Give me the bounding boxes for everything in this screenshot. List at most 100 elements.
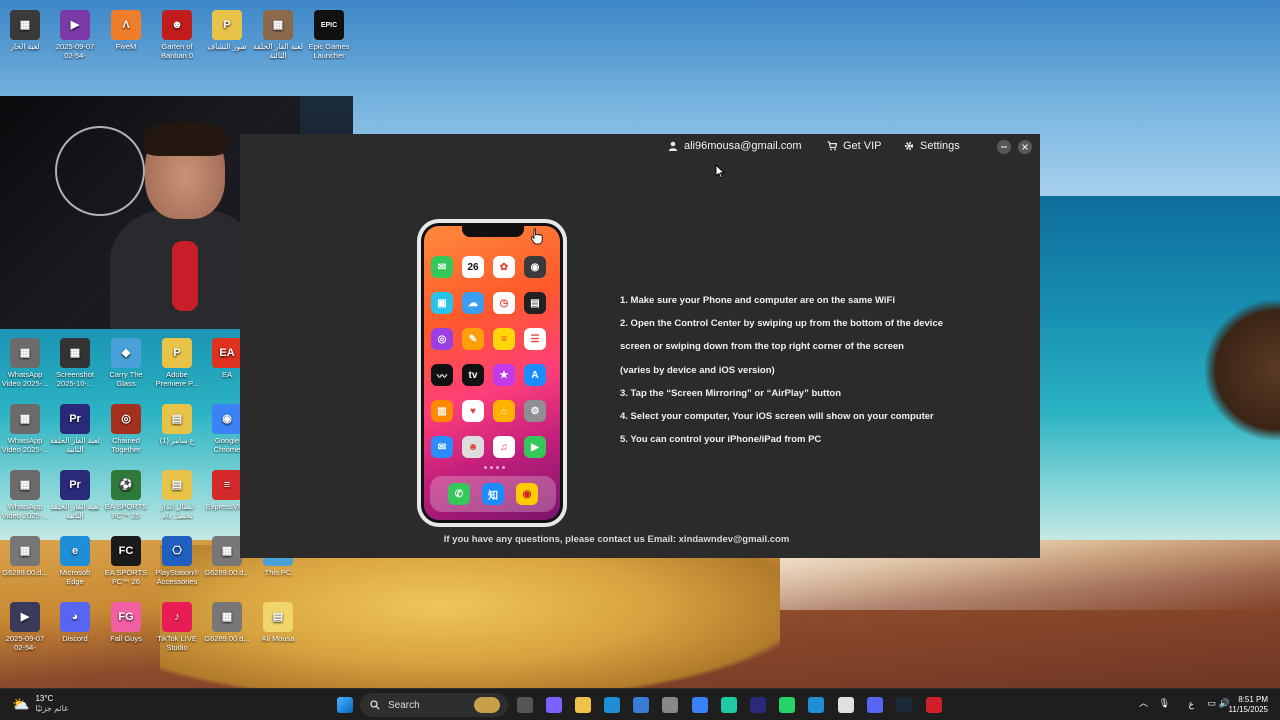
desktop-icon[interactable]: ▤ Ali Mousa — [253, 602, 303, 652]
desktop-icon[interactable]: ▦ G6289.00.d... — [202, 602, 252, 652]
health-icon: ♥ — [462, 400, 484, 422]
instruction-line: 2. Open the Control Center by swiping up… — [620, 318, 944, 330]
instruction-line: screen or swiping down from the top righ… — [620, 341, 904, 353]
desktop-icon[interactable]: P Adobe Premiere P... — [152, 338, 202, 388]
start-button-windows-icon[interactable] — [337, 697, 353, 713]
get-vip-button[interactable]: Get VIP — [827, 140, 882, 152]
desktop-icon-label: WhatsApp Video 2025-... — [1, 370, 49, 388]
instruction-line: 1. Make sure your Phone and computer are… — [620, 295, 895, 306]
copilot-icon[interactable] — [546, 697, 562, 713]
desktop-icon-label: EA SPORTS FC™ 25 — [104, 502, 148, 520]
clock-icon: ◷ — [493, 292, 515, 314]
desktop-icon-image: ♪ — [162, 602, 192, 632]
iphone-app-grid: ✉ 26 ✿ ◉ ▣ ☁ ◷ ▤ ◎ ✎ ≡ ☰ 〰 tv ★ A ▥ ♥ ⌂ ⚙ ✉ ☻ ♫ ▶ — [431, 256, 559, 458]
language-indicator[interactable]: ع — [1189, 699, 1194, 709]
desktop-icon-image: FG — [111, 602, 141, 632]
edge-icon[interactable] — [604, 697, 620, 713]
desktop-icon-label: Garten of Banban 0 — [160, 42, 194, 60]
desktop-icon-image: ▦ — [212, 536, 242, 566]
desktop-icon[interactable]: ▶ 2025-09-07 02-54-23.000... — [50, 10, 100, 60]
itunes-icon: ★ — [493, 364, 515, 386]
lighthouse-icon[interactable] — [662, 697, 678, 713]
desktop-icon-image: P — [162, 338, 192, 368]
minimize-button[interactable] — [997, 140, 1011, 154]
store-icon[interactable] — [633, 697, 649, 713]
desktop-icon[interactable]: ♪ TikTok LIVE Studio — [152, 602, 202, 652]
desktop-icon-label: لعبة الحار — [10, 42, 40, 51]
account-menu[interactable]: ali96mousa@gmail.com — [668, 140, 802, 152]
file-explorer-icon[interactable] — [517, 697, 533, 713]
wallpaper-rock — [1205, 300, 1280, 440]
desktop-icon[interactable]: ▦ WhatsApp Video 2025-... — [0, 338, 50, 388]
premiere-icon[interactable] — [750, 697, 766, 713]
desktop-icon[interactable]: Pr لعبة الفار الحلقة الثانية — [50, 470, 100, 520]
weather-widget[interactable]: ⛅ 13°C غائم جزئيًا — [12, 694, 68, 714]
microphone-icon[interactable]: 🎙 — [1159, 698, 1170, 708]
desktop-icon-label: 2025-09-07 02-54-23.000... — [5, 634, 45, 652]
desktop-icon-label: FiveM — [115, 42, 137, 51]
desktop-icon[interactable]: FC EA SPORTS FC™ 26 — [101, 536, 151, 586]
desktop-icon-image: ▦ — [10, 10, 40, 40]
iphone-page-dots — [479, 466, 509, 470]
settings-button[interactable]: Settings — [904, 140, 960, 152]
clock[interactable]: 8:51 PM 11/15/2025 — [1228, 695, 1268, 715]
desktop-icon[interactable]: ▦ G6289.00.d... — [0, 536, 50, 586]
desktop-icon[interactable]: ◆ Carry The Glass — [101, 338, 151, 388]
desktop-icon[interactable]: Λ FiveM — [101, 10, 151, 60]
desktop-icon[interactable]: ▦ لعبة الحار — [0, 10, 50, 60]
steam-icon[interactable] — [896, 697, 912, 713]
capcut-icon[interactable] — [721, 697, 737, 713]
desktop-icon-label: WhatsApp Video 2025-... — [1, 436, 49, 454]
desktop-icon-image: ▤ — [263, 602, 293, 632]
desktop-icon[interactable]: e Microsoft Edge — [50, 536, 100, 586]
desktop-icon-image: ◆ — [111, 338, 141, 368]
weather-icon: ☁ — [462, 292, 484, 314]
desktop-icon-label: G6289.00.d... — [2, 568, 48, 577]
messenger-icon[interactable] — [808, 697, 824, 713]
desktop-icon[interactable]: ▶ 2025-09-07 02-54-23.000... — [0, 602, 50, 652]
desktop-icon[interactable]: ◕ Discord — [50, 602, 100, 652]
zhihu-icon: 知 — [482, 483, 504, 505]
desktop-icon[interactable]: ☻ Garten of Banban 0 — [152, 10, 202, 60]
discord-icon[interactable] — [867, 697, 883, 713]
iphone-notch — [462, 226, 524, 237]
desktop-icon-image: ▤ — [162, 404, 192, 434]
clock-time: 8:51 PM — [1238, 695, 1268, 704]
tray-chevron-icon[interactable]: ︿ — [1139, 698, 1148, 708]
desktop-icon[interactable]: P صور التشاف — [202, 10, 252, 60]
appstore-icon: A — [524, 364, 546, 386]
music-icon: ♫ — [493, 436, 515, 458]
facetime-icon: ▣ — [431, 292, 453, 314]
whatsapp-icon[interactable] — [779, 697, 795, 713]
widgets-icon[interactable] — [474, 697, 500, 713]
iphone-bezel: ✉ 26 ✿ ◉ ▣ ☁ ◷ ▤ ◎ ✎ ≡ ☰ 〰 tv ★ A ▥ ♥ ⌂ ⚙ ✉ ☻ ♫ ▶ ✆ 知 ◉ — [421, 223, 563, 523]
desktop-icon[interactable]: ▦ لعبة الفار الحلقة الثالثة — [253, 10, 303, 60]
close-button[interactable] — [1018, 140, 1032, 154]
folder-icon[interactable] — [575, 697, 591, 713]
pages-icon: ✎ — [462, 328, 484, 350]
desktop-icon-label: This PC — [264, 568, 292, 577]
desktop-icon-image: ▶ — [10, 602, 40, 632]
desktop-icon[interactable]: ▦ WhatsApp Video 2025-... — [0, 404, 50, 454]
messages-icon: ✉ — [431, 256, 453, 278]
search-icon — [370, 700, 380, 710]
desktop-icon[interactable]: ⎔ PlayStation® Accessories — [152, 536, 202, 586]
desktop-icon[interactable]: ⚽ EA SPORTS FC™ 25 — [101, 470, 151, 520]
desktop-icon[interactable]: ▦ WhatsApp Video 2025-... — [0, 470, 50, 520]
volume-icon[interactable]: 🔊 — [1219, 698, 1230, 708]
desktop-icon[interactable]: Pr لعبة الفار الحلقة الثانية — [50, 404, 100, 454]
desktop-icon[interactable]: ◎ Chained Together — [101, 404, 151, 454]
reminders-icon: ☰ — [524, 328, 546, 350]
desktop-icon[interactable]: ▤ ابطال الدار تحميل دام — [152, 470, 202, 520]
desktop-icon[interactable]: ▤ ع سامر (1) — [152, 404, 202, 454]
desktop-icon[interactable]: EPIC Epic Games Launcher — [304, 10, 354, 60]
screen-mirror-app-icon[interactable] — [926, 697, 942, 713]
desktop-icon[interactable]: FG Fall Guys — [101, 602, 151, 652]
desktop-icon[interactable]: ▦ Screenshot 2025-10-... — [50, 338, 100, 388]
facetime-green-icon: ▶ — [524, 436, 546, 458]
desktop-icon-image: ▦ — [10, 470, 40, 500]
notes-icon: ≡ — [493, 328, 515, 350]
chrome-icon[interactable] — [692, 697, 708, 713]
network-icon[interactable]: ▭ — [1207, 698, 1216, 708]
music-icon[interactable] — [838, 697, 854, 713]
